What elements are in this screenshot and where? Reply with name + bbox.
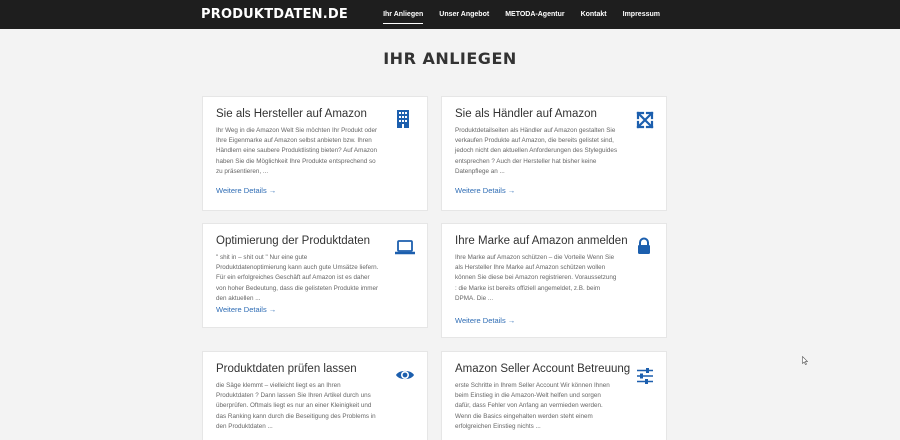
card-text: Produktdetailseiten als Händler auf Amaz… xyxy=(455,127,618,175)
more-details-link[interactable]: Weitere Details → xyxy=(455,186,515,195)
more-details-link[interactable]: Weitere Details → xyxy=(216,305,276,314)
card-title: Amazon Seller Account Betreuung xyxy=(455,363,631,375)
lock-icon xyxy=(635,237,653,255)
building-icon xyxy=(394,110,412,128)
card-text: " shit in – shit out " Nur eine gute Pro… xyxy=(216,254,379,302)
nav-ihr-anliegen[interactable]: Ihr Anliegen xyxy=(383,0,424,29)
expand-arrows-icon xyxy=(636,111,654,129)
sliders-icon xyxy=(636,367,654,385)
site-logo[interactable]: PRODUKTDATEN.DE xyxy=(201,7,348,22)
card-title: Sie als Händler auf Amazon xyxy=(455,108,597,120)
card-haendler: Sie als Händler auf Amazon Produktdetail… xyxy=(441,96,667,211)
main-nav: Ihr Anliegen Unser Angebot METODA-Agentu… xyxy=(367,0,660,29)
card-text: erste Schritte in Ihrem Seller Account W… xyxy=(455,382,610,430)
card-pruefen: Produktdaten prüfen lassen die Säge klem… xyxy=(202,351,428,440)
card-hersteller: Sie als Hersteller auf Amazon Ihr Weg in… xyxy=(202,96,428,211)
card-title: Optimierung der Produktdaten xyxy=(216,235,371,247)
eye-icon xyxy=(395,366,415,384)
mouse-cursor-icon xyxy=(802,356,808,365)
card-seller-account: Amazon Seller Account Betreuung erste Sc… xyxy=(441,351,667,440)
card-optimierung: Optimierung der Produktdaten " shit in –… xyxy=(202,223,428,328)
card-text: Ihr Weg in die Amazon Welt Sie möchten I… xyxy=(216,127,378,175)
nav-kontakt[interactable]: Kontakt xyxy=(581,0,607,29)
more-details-link[interactable]: Weitere Details → xyxy=(455,316,515,325)
card-title: Produktdaten prüfen lassen xyxy=(216,363,357,375)
card-title: Sie als Hersteller auf Amazon xyxy=(216,108,367,120)
top-navigation-bar: PRODUKTDATEN.DE Ihr Anliegen Unser Angeb… xyxy=(0,0,900,29)
page-title: IHR ANLIEGEN xyxy=(383,49,517,68)
card-text: die Säge klemmt – vielleicht liegt es an… xyxy=(216,382,376,430)
nav-metoda-agentur[interactable]: METODA-Agentur xyxy=(505,0,564,29)
nav-impressum[interactable]: Impressum xyxy=(623,0,660,29)
more-details-link[interactable]: Weitere Details → xyxy=(216,186,276,195)
card-title: Ihre Marke auf Amazon anmelden xyxy=(455,235,628,247)
card-marke: Ihre Marke auf Amazon anmelden Ihre Mark… xyxy=(441,223,667,338)
card-text: Ihre Marke auf Amazon schützen – die Vor… xyxy=(455,254,617,302)
laptop-icon xyxy=(394,238,416,256)
nav-unser-angebot[interactable]: Unser Angebot xyxy=(439,0,489,29)
